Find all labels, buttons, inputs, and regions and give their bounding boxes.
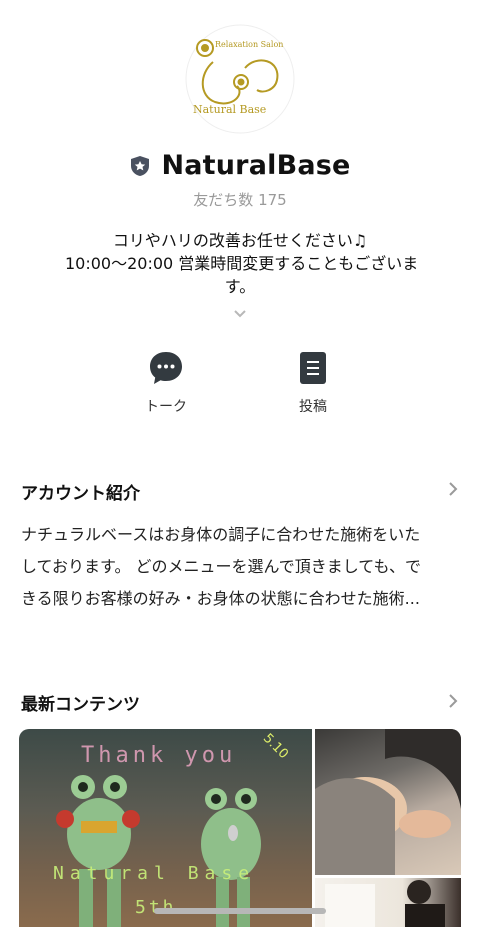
intro-line: きる限りお客様の好み・お身体の状態に合わせた施術... bbox=[21, 589, 420, 608]
status-line: す。 bbox=[224, 277, 256, 296]
logo-top-text: Relaxation Salon bbox=[215, 40, 283, 49]
home-indicator[interactable] bbox=[154, 908, 326, 914]
status-message: コリやハリの改善お任せください♫ 10:00〜20:00 営業時間変更することも… bbox=[65, 229, 419, 298]
account-logo[interactable]: Relaxation Salon Natural Base bbox=[185, 24, 295, 134]
frog-figure bbox=[201, 788, 261, 927]
latest-contents-title[interactable]: 最新コンテンツ bbox=[21, 690, 140, 715]
verified-shield-icon bbox=[129, 154, 151, 178]
chevron-right-icon[interactable] bbox=[446, 691, 460, 711]
latest-contents-grid: Thank you 5.10 Natural Base 5th bbox=[19, 729, 461, 927]
logo-bottom-text: Natural Base bbox=[193, 103, 266, 116]
overlay-brand-text: Natural Base bbox=[53, 863, 256, 884]
friends-count: 友だち数 175 bbox=[193, 191, 287, 209]
status-line: コリやハリの改善お任せください♫ bbox=[112, 231, 368, 250]
chat-bubble-icon bbox=[150, 352, 182, 384]
frog-figure bbox=[56, 775, 140, 927]
account-name: NaturalBase bbox=[161, 150, 351, 181]
talk-label: トーク bbox=[145, 399, 187, 415]
chevron-right-icon[interactable] bbox=[446, 479, 460, 499]
chevron-down-icon[interactable] bbox=[230, 306, 250, 320]
post-document-icon bbox=[300, 352, 326, 384]
talk-button[interactable]: トーク bbox=[126, 350, 206, 416]
posts-label: 投稿 bbox=[299, 399, 327, 415]
account-name-row: NaturalBase bbox=[0, 150, 480, 181]
intro-line: ナチュラルベースはお身体の調子に合わせた施術をいた bbox=[21, 525, 421, 544]
status-line: 10:00〜20:00 営業時間変更することもございま bbox=[65, 254, 419, 273]
content-tile-salon[interactable] bbox=[315, 878, 461, 927]
content-tile-frogs[interactable]: Thank you 5.10 Natural Base 5th bbox=[19, 729, 312, 927]
overlay-thank-text: Thank you bbox=[81, 743, 237, 768]
intro-line: しております。 どのメニューを選んで頂きましても、で bbox=[21, 557, 421, 576]
account-intro-text: ナチュラルベースはお身体の調子に合わせた施術をいた しております。 どのメニュー… bbox=[21, 519, 461, 615]
account-intro-title[interactable]: アカウント紹介 bbox=[21, 479, 140, 504]
posts-button[interactable]: 投稿 bbox=[273, 350, 353, 416]
content-tile-facial-treatment[interactable] bbox=[315, 729, 461, 875]
